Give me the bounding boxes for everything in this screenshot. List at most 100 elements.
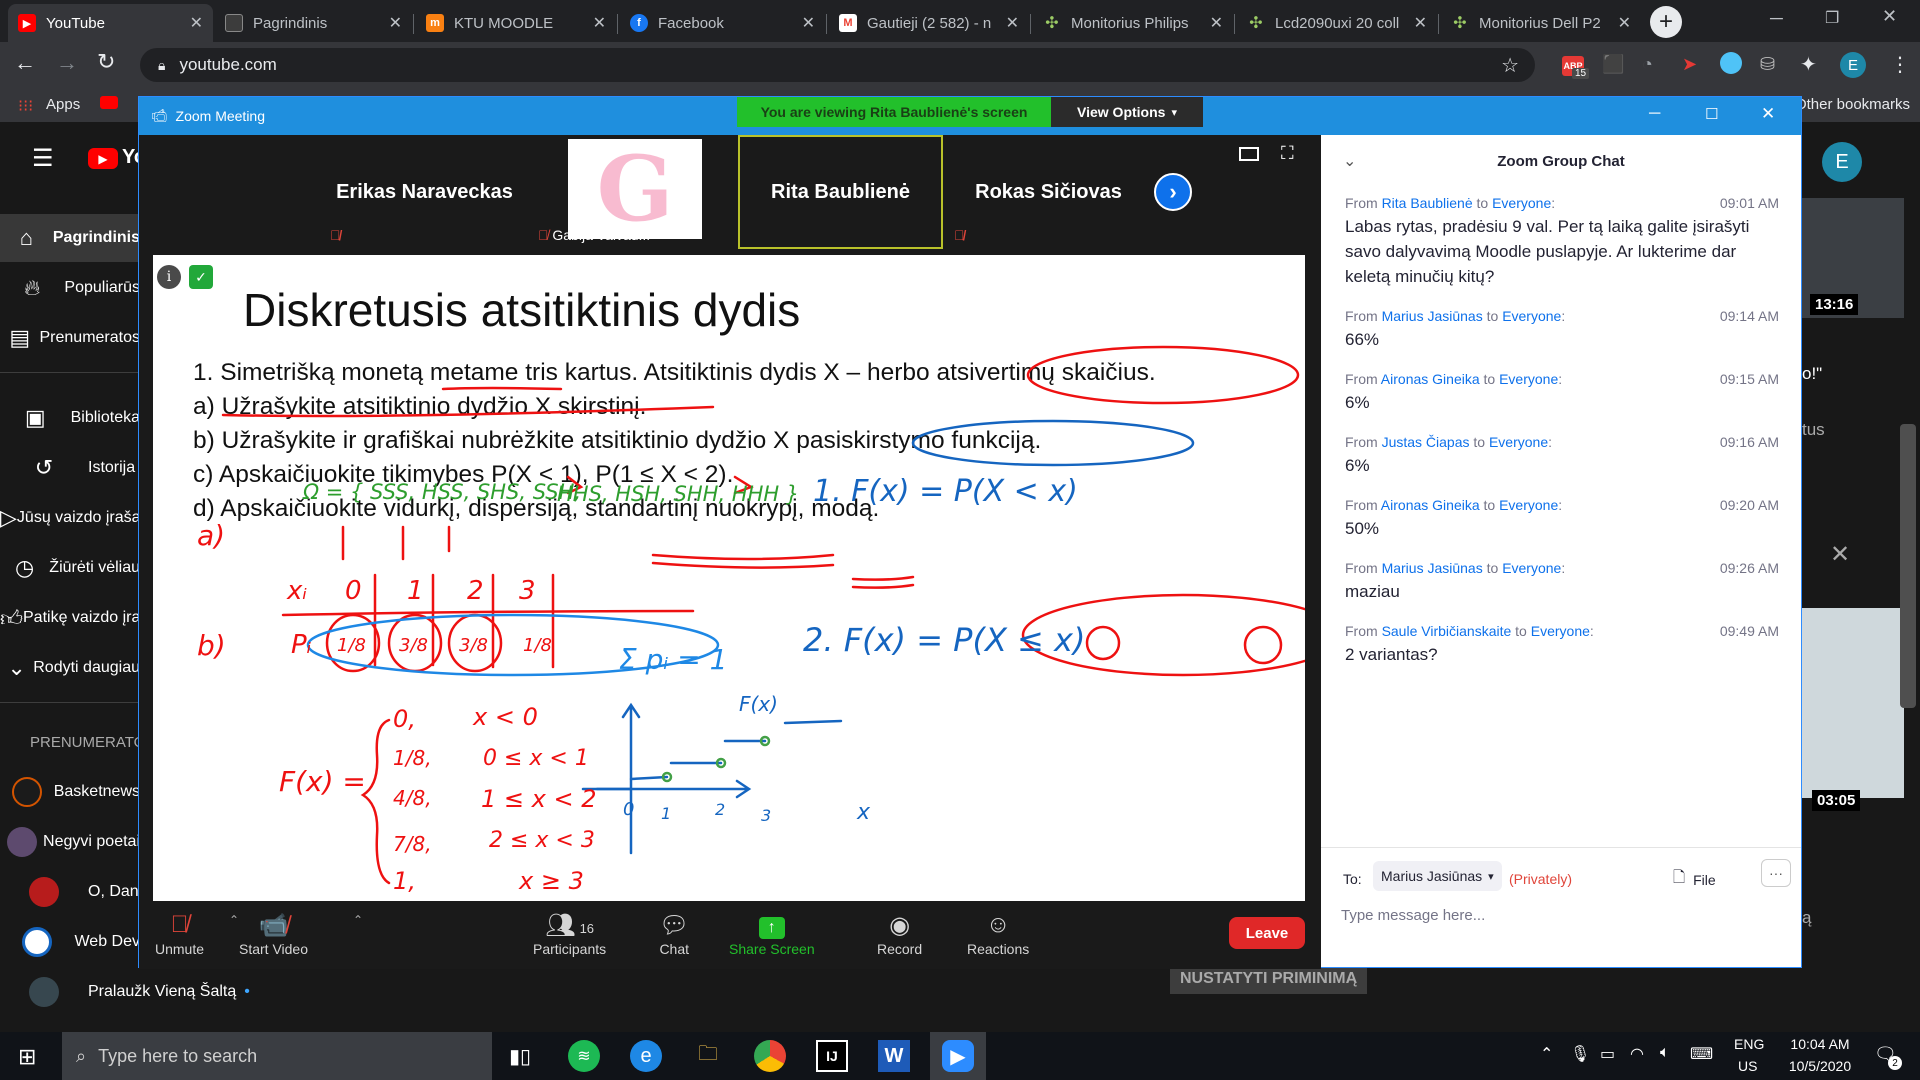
unmute-button[interactable]: 🎙̸ Unmute (155, 911, 204, 957)
task-view-icon[interactable]: ▮▯ (504, 1040, 536, 1072)
tab-pagrindinis[interactable]: Pagrindinis ✕ (215, 4, 412, 42)
participants-button[interactable]: 👥︎ 16 Participants (533, 911, 606, 957)
tab-facebook[interactable]: f Facebook ✕ (620, 4, 825, 42)
window-close-icon[interactable]: ✕ (1761, 104, 1775, 124)
puzzle-icon[interactable]: ✦ (1800, 52, 1817, 77)
file-button[interactable]: 🗋 File (1673, 867, 1716, 892)
close-icon[interactable]: ✕ (1618, 13, 1631, 33)
wifi-icon[interactable]: ◠ (1630, 1044, 1644, 1064)
subscription-item[interactable]: O, Dan (0, 868, 140, 916)
fullscreen-icon[interactable]: ⛶ (1281, 143, 1294, 164)
chevron-up-icon[interactable]: ⌃ (1540, 1044, 1553, 1064)
volume-icon[interactable]: 🔈︎ (1660, 1044, 1670, 1062)
participant-tile[interactable]: Rokas Sičiovas 🎙̸ (946, 135, 1151, 249)
sidebar-item-home[interactable]: ⌂ Pagrindinis (0, 214, 140, 262)
participant-tile[interactable]: Erikas Naraveckas 🎙̸ (322, 135, 527, 249)
keyboard-icon[interactable]: ⌨ (1690, 1044, 1713, 1064)
record-button[interactable]: ◉ Record (877, 911, 922, 957)
tab-monitor-philips[interactable]: ✣ Monitorius Philips ✕ (1033, 4, 1233, 42)
layout-icon[interactable] (1239, 147, 1259, 161)
page-scrollbar[interactable] (1900, 424, 1916, 708)
sidebar-item-your-videos[interactable]: ▷ Jūsų vaizdo įrašai (0, 494, 144, 542)
sidebar-item-watch-later[interactable]: ◷ Žiūrėti vėliau (0, 544, 140, 592)
recipient-dropdown[interactable]: Marius Jasiūnas ▾ (1373, 861, 1502, 891)
edge-icon[interactable]: e (630, 1040, 662, 1072)
thumbs-up-icon: 👍︎ (0, 605, 23, 631)
close-icon[interactable]: ✕ (190, 13, 203, 33)
language-indicator[interactable]: ENG (1734, 1036, 1764, 1052)
subscription-item[interactable]: Basketnews (0, 768, 140, 816)
new-tab-button[interactable]: + (1650, 6, 1682, 38)
avatar[interactable]: E (1822, 142, 1862, 182)
forward-icon[interactable]: → (56, 50, 78, 76)
zoom-icon[interactable]: ▶ (942, 1040, 974, 1072)
sidebar-item-library[interactable]: ▣ Biblioteka (0, 394, 140, 442)
back-icon[interactable]: ← (14, 50, 36, 76)
address-bar[interactable]: 🔒︎ youtube.com ☆ (140, 48, 1535, 82)
sidebar-item-history[interactable]: ↺ Istorija (0, 444, 140, 492)
step-stroke (581, 719, 843, 791)
tab-ktu-moodle[interactable]: m KTU MOODLE ✕ (416, 4, 616, 42)
close-icon[interactable]: ✕ (1210, 13, 1223, 33)
kebab-menu-icon[interactable]: ⋮ (1890, 52, 1910, 77)
sidebar-item-liked[interactable]: 👍︎ Patikę vaizdo įrašai (0, 594, 161, 642)
apps-bookmark[interactable]: Apps (46, 96, 80, 113)
subscription-item[interactable]: Web Dev (0, 918, 140, 966)
bookmark-star-icon[interactable]: ☆ (1501, 53, 1519, 78)
reactions-button[interactable]: ☺ Reactions (967, 911, 1029, 957)
close-icon[interactable]: ✕ (389, 13, 402, 33)
dismiss-icon[interactable]: ✕ (1830, 540, 1850, 569)
extension-icon[interactable]: ➤ (1682, 54, 1697, 75)
next-page-chevron-icon[interactable]: › (1154, 173, 1192, 211)
window-close-icon[interactable]: ✕ (1882, 6, 1897, 27)
jetbrains-icon[interactable]: IJ (816, 1040, 848, 1072)
restore-icon[interactable]: ❐ (1825, 8, 1839, 28)
profile-avatar[interactable]: E (1840, 52, 1866, 78)
sidebar-item-show-more[interactable]: ⌄ Rodyti daugiau (0, 644, 140, 692)
share-screen-button[interactable]: ↑ Share Screen (729, 911, 815, 957)
chat-button[interactable]: 💬︎ Chat (659, 911, 689, 957)
extension-icon[interactable] (1720, 52, 1742, 74)
sidebar-item-subscriptions[interactable]: ▤ Prenumeratos (0, 314, 140, 362)
chevron-up-icon[interactable]: ⌃ (353, 913, 363, 927)
video-thumbnail[interactable] (1802, 608, 1904, 798)
sidebar-item-trending[interactable]: 🔥︎ Populiarūs (0, 264, 140, 312)
spotify-icon[interactable]: ≋ (568, 1040, 600, 1072)
participant-tile-active-speaker[interactable]: Rita Baublienė (738, 135, 943, 249)
clock-time[interactable]: 10:04 AM (1782, 1036, 1858, 1052)
close-icon[interactable]: ✕ (1006, 13, 1019, 33)
other-bookmarks[interactable]: Other bookmarks (1790, 96, 1910, 113)
hamburger-menu-icon[interactable]: ☰ (32, 144, 54, 173)
youtube-bookmark-icon[interactable] (100, 96, 118, 109)
subscription-item[interactable]: Pralaužk Vieną Šaltą • (0, 968, 300, 1016)
close-icon[interactable]: ✕ (593, 13, 606, 33)
extension-icon[interactable]: ◔ (1642, 54, 1653, 75)
subscription-item[interactable]: Negyvi poetai (0, 818, 140, 866)
close-icon[interactable]: ✕ (802, 13, 815, 33)
minimize-icon[interactable]: ─ (1770, 8, 1783, 29)
chrome-icon[interactable] (754, 1040, 786, 1072)
reload-icon[interactable]: ↻ (97, 49, 115, 75)
leave-button[interactable]: Leave (1229, 917, 1305, 949)
more-options-button[interactable]: ··· (1761, 859, 1791, 887)
extension-icon[interactable]: ⛁ (1760, 54, 1775, 75)
maximize-icon[interactable]: ☐ (1705, 105, 1718, 123)
taskbar-search[interactable]: ⌕ Type here to search (62, 1032, 492, 1080)
tab-lcd2090uxi[interactable]: ✣ Lcd2090uxi 20 coll ✕ (1237, 4, 1437, 42)
file-explorer-icon[interactable]: 🗀 (692, 1040, 724, 1072)
minimize-icon[interactable]: ─ (1649, 105, 1660, 123)
tab-youtube[interactable]: ▶ YouTube ✕ (8, 4, 213, 42)
word-icon[interactable]: W (878, 1040, 910, 1072)
windows-start-icon[interactable]: ⊞ (18, 1044, 36, 1070)
view-options-button[interactable]: View Options ▾ (1051, 97, 1203, 127)
participant-tile[interactable]: G 🎙̸ Gabija Vaivad... (530, 135, 735, 249)
youtube-logo-icon[interactable]: ▶ (88, 148, 118, 169)
close-icon[interactable]: ✕ (1414, 13, 1427, 33)
tab-gmail[interactable]: M Gautieji (2 582) - n ✕ (829, 4, 1029, 42)
extension-icon[interactable]: ⬛ (1602, 54, 1624, 75)
tab-monitor-dell[interactable]: ✣ Monitorius Dell P2 ✕ (1441, 4, 1641, 42)
battery-icon[interactable]: ▭ (1600, 1044, 1615, 1064)
start-video-button[interactable]: 📹̸ Start Video (239, 911, 308, 957)
chat-message-input[interactable]: Type message here... (1341, 895, 1781, 935)
chevron-up-icon[interactable]: ⌃ (229, 913, 239, 927)
